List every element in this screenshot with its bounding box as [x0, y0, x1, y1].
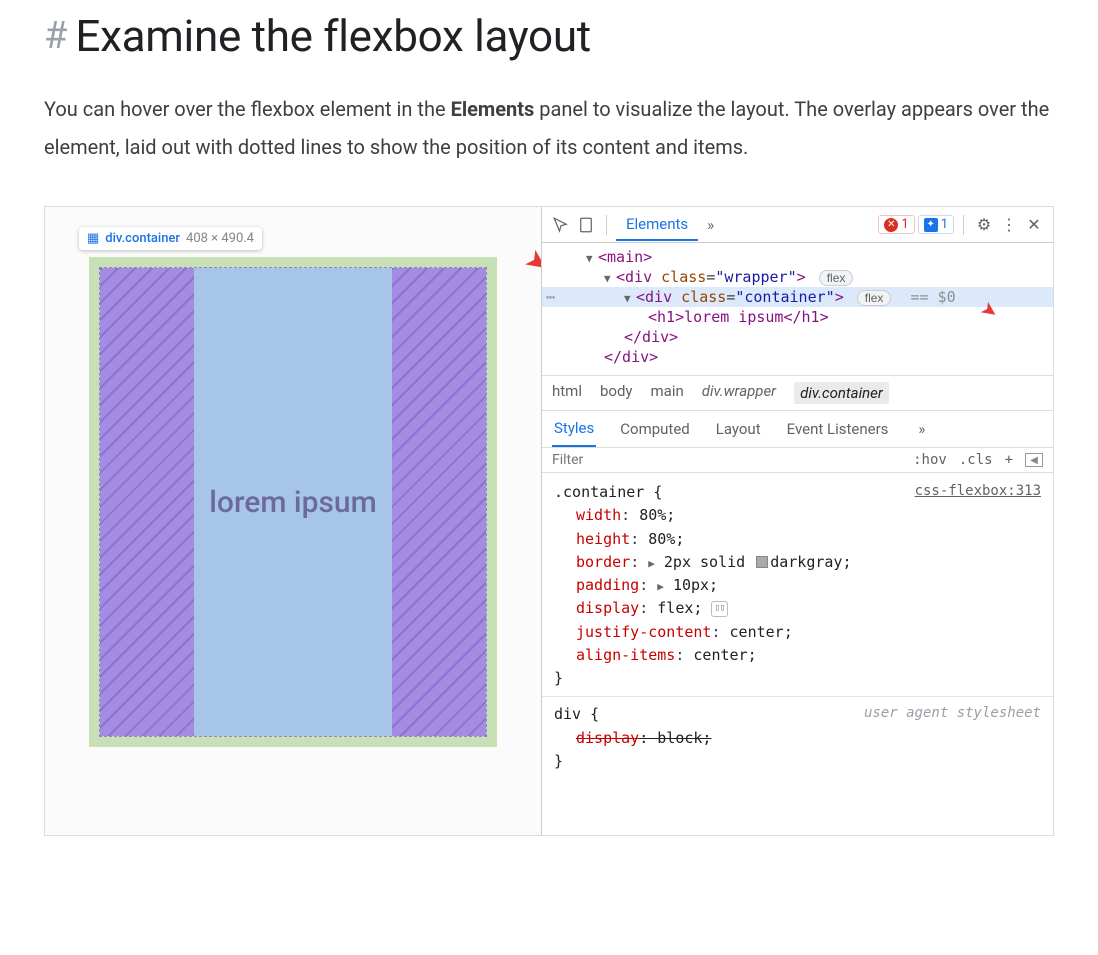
- flexbox-overlay: lorem ipsum: [89, 257, 497, 747]
- flex-item: lorem ipsum: [194, 268, 392, 736]
- hash-icon: #: [44, 14, 67, 58]
- tab-computed[interactable]: Computed: [618, 412, 692, 446]
- devtools-pane: Elements » ✕1 ✦1 ⚙ ⋮ ✕ ▼<main> ▼<div cla…: [541, 207, 1053, 835]
- close-icon[interactable]: ✕: [1023, 214, 1045, 236]
- section-heading: # Examine the flexbox layout: [44, 10, 1054, 62]
- ellipsis-icon[interactable]: ⋯: [546, 288, 555, 306]
- ua-stylesheet-label: user agent stylesheet: [864, 703, 1041, 726]
- crumb-item[interactable]: div.container: [794, 382, 889, 404]
- new-rule-button[interactable]: +: [1005, 452, 1013, 468]
- more-tabs-icon[interactable]: »: [912, 420, 931, 438]
- hov-toggle[interactable]: :hov: [913, 452, 947, 468]
- flex-editor-icon[interactable]: ▯▯: [711, 601, 728, 617]
- breadcrumb[interactable]: html body main div.wrapper div.container: [542, 375, 1053, 411]
- crumb-item[interactable]: html: [552, 382, 582, 404]
- devtools-toolbar: Elements » ✕1 ✦1 ⚙ ⋮ ✕: [542, 207, 1053, 243]
- filter-row: :hov .cls + ◀: [542, 448, 1053, 473]
- source-link[interactable]: css-flexbox:313: [915, 481, 1041, 504]
- flex-pill[interactable]: flex: [819, 270, 854, 286]
- settings-icon[interactable]: ⚙: [973, 214, 995, 236]
- color-swatch-icon[interactable]: [756, 556, 768, 568]
- flex-badge-icon: ▦: [87, 231, 99, 246]
- tab-styles[interactable]: Styles: [552, 411, 596, 447]
- figure-screenshot: ▦ div.container 408 × 490.4 lorem ipsum …: [44, 206, 1054, 836]
- tab-elements[interactable]: Elements: [616, 209, 698, 241]
- cls-toggle[interactable]: .cls: [959, 452, 993, 468]
- inspect-icon[interactable]: [550, 214, 572, 236]
- tab-event-listeners[interactable]: Event Listeners: [785, 412, 891, 446]
- flex-item-text: lorem ipsum: [209, 485, 376, 520]
- styles-tabstrip: Styles Computed Layout Event Listeners »: [542, 411, 1053, 448]
- dom-selected-row[interactable]: ⋯ ▼<div class="container"> flex == $0: [542, 287, 1053, 307]
- more-tabs-icon[interactable]: »: [701, 216, 720, 234]
- page-title: Examine the flexbox layout: [75, 10, 590, 62]
- tooltip-selector: div.container: [105, 231, 180, 246]
- preview-pane: ▦ div.container 408 × 490.4 lorem ipsum …: [45, 207, 541, 835]
- element-tooltip: ▦ div.container 408 × 490.4: [79, 227, 262, 250]
- box-model-icon[interactable]: ◀: [1025, 453, 1043, 467]
- intro-paragraph: You can hover over the flexbox element i…: [44, 90, 1054, 166]
- annotation-arrow-icon: ➤: [518, 241, 541, 281]
- errors-badge[interactable]: ✕1: [878, 215, 914, 234]
- flex-space-left: [100, 268, 194, 736]
- more-icon[interactable]: ⋮: [998, 214, 1020, 236]
- tooltip-dimensions: 408 × 490.4: [186, 231, 254, 246]
- filter-input[interactable]: [552, 452, 730, 468]
- console-ref: == $0: [910, 288, 955, 306]
- crumb-item[interactable]: main: [651, 382, 684, 404]
- flex-space-right: [392, 268, 486, 736]
- css-rules[interactable]: .container { css-flexbox:313 width: 80%;…: [542, 473, 1053, 781]
- messages-badge[interactable]: ✦1: [918, 215, 954, 234]
- flex-pill[interactable]: flex: [857, 290, 892, 306]
- device-icon[interactable]: [575, 214, 597, 236]
- dom-tree[interactable]: ▼<main> ▼<div class="wrapper"> flex ⋯ ▼<…: [542, 243, 1053, 375]
- crumb-item[interactable]: div.wrapper: [702, 382, 776, 404]
- tab-layout[interactable]: Layout: [714, 412, 763, 446]
- crumb-item[interactable]: body: [600, 382, 633, 404]
